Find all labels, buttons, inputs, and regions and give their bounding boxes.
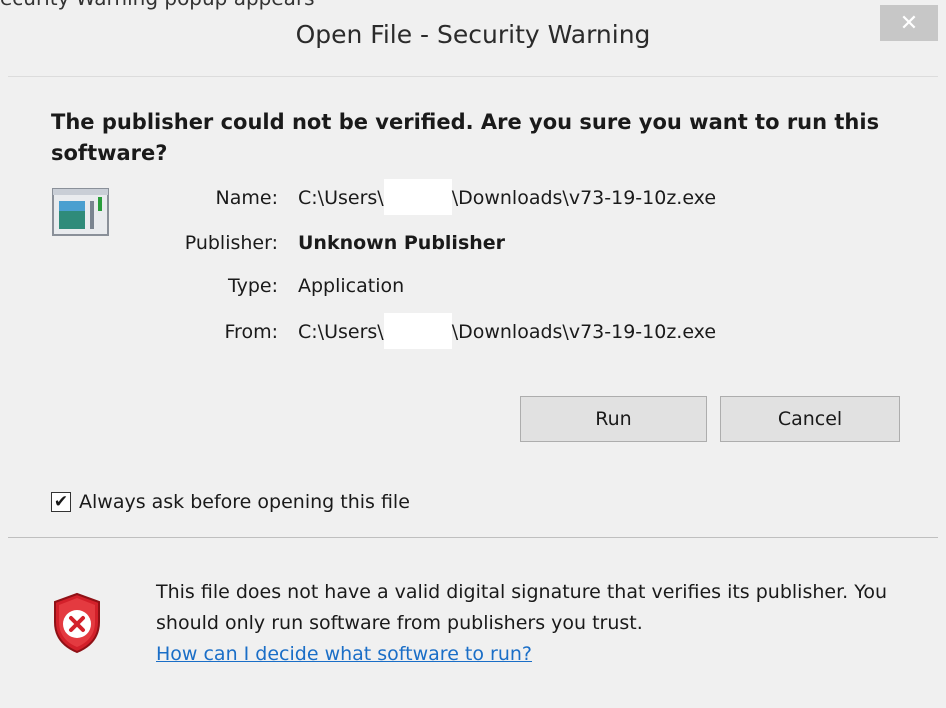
publisher-row: Publisher: Unknown Publisher (8, 232, 908, 262)
redaction-box (383, 312, 452, 349)
always-ask-option[interactable]: ✔ Always ask before opening this file (51, 491, 410, 513)
publisher-label: Publisher: (184, 232, 278, 254)
window-frame-right (938, 76, 946, 708)
help-link[interactable]: How can I decide what software to run? (156, 643, 532, 665)
from-value-suffix: \Downloads\v73-19-10z.exe (451, 321, 717, 343)
type-value: Application (298, 275, 405, 297)
shield-error-icon (54, 592, 100, 654)
checkmark-icon: ✔ (53, 492, 69, 512)
title-bar[interactable]: ecurity Warning popup appears Open File … (0, 0, 946, 76)
run-button[interactable]: Run (520, 396, 707, 442)
redaction-box (383, 178, 452, 215)
dialog-body: The publisher could not be verified. Are… (8, 76, 938, 704)
warning-headline: The publisher could not be verified. Are… (51, 110, 880, 165)
close-icon: ✕ (899, 10, 919, 36)
name-row: Name: C:\Users\ \Downloads\v73-19-10z.exe (8, 178, 908, 217)
divider (8, 537, 938, 538)
name-value-suffix: \Downloads\v73-19-10z.exe (451, 187, 717, 209)
window-title: Open File - Security Warning (295, 20, 651, 49)
name-value-prefix: C:\Users\ (298, 187, 384, 209)
cropped-caption: ecurity Warning popup appears (0, 0, 315, 10)
always-ask-label[interactable]: Always ask before opening this file (79, 491, 410, 513)
always-ask-checkbox[interactable]: ✔ (51, 492, 71, 512)
cancel-button[interactable]: Cancel (720, 396, 900, 442)
type-label: Type: (227, 275, 278, 297)
from-label: From: (224, 321, 278, 343)
security-warning-window: ecurity Warning popup appears Open File … (0, 0, 946, 708)
from-row: From: C:\Users\ \Downloads\v73-19-10z.exe (8, 312, 908, 351)
window-frame-left (0, 76, 8, 708)
name-value: C:\Users\ \Downloads\v73-19-10z.exe (298, 178, 717, 215)
type-row: Type: Application (8, 275, 908, 305)
signature-warning: This file does not have a valid digital … (156, 577, 916, 670)
publisher-value: Unknown Publisher (298, 232, 506, 254)
from-value: C:\Users\ \Downloads\v73-19-10z.exe (298, 312, 717, 349)
from-value-prefix: C:\Users\ (298, 321, 384, 343)
signature-warning-text: This file does not have a valid digital … (156, 581, 887, 634)
name-label: Name: (215, 187, 278, 209)
close-button[interactable]: ✕ (880, 5, 938, 41)
